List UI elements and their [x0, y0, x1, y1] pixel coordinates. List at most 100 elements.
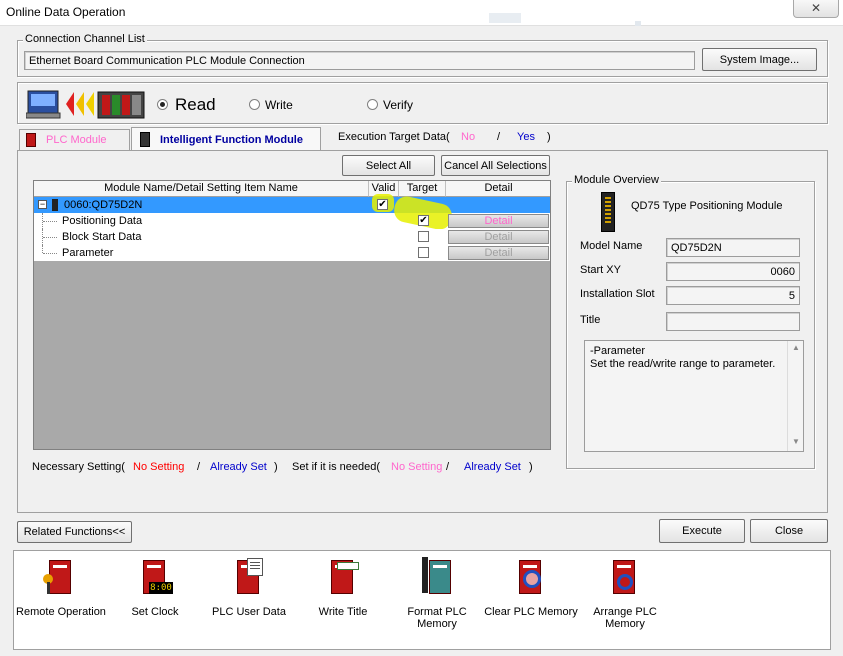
write-title-icon [325, 556, 361, 598]
tree-row-positioning-data[interactable]: Positioning Data ✔ Detail [34, 194, 550, 232]
pc-plc-transfer-icon [25, 88, 146, 120]
tree-row-name: 0060:QD75D2N [64, 199, 143, 211]
plc-user-data-icon [231, 556, 267, 598]
plc-user-data-item[interactable]: PLC User Data [201, 556, 297, 618]
detail-button[interactable]: Detail [448, 246, 549, 260]
window-title: Online Data Operation [6, 5, 126, 19]
tree-row-module[interactable]: − 0060:QD75D2N ✔ [34, 194, 550, 213]
format-plc-memory-item[interactable]: Format PLC Memory [389, 556, 485, 630]
description-line-1: -Parameter [590, 345, 646, 357]
remote-operation-item[interactable]: Remote Operation [13, 556, 109, 618]
tree-connector [43, 237, 57, 238]
model-name-field: QD75D2N [666, 238, 800, 257]
model-name-label: Model Name [580, 240, 643, 252]
arrange-plc-memory-item[interactable]: Arrange PLC Memory [577, 556, 673, 630]
read-label[interactable]: Read [175, 95, 216, 115]
description-box: -Parameter Set the read/write range to p… [584, 340, 804, 452]
title-label: Title [580, 314, 601, 326]
tree-row-block-start-data[interactable]: Block Start Data Detail [34, 229, 550, 245]
cancel-all-selections-button[interactable]: Cancel All Selections [441, 155, 550, 176]
plc-module-icon [26, 133, 36, 147]
close-icon: ✕ [810, 1, 822, 15]
legend-close: ) [274, 461, 278, 473]
legend-already-set: Already Set [210, 461, 267, 473]
window-close-button[interactable]: ✕ [793, 0, 839, 18]
remote-operation-icon [43, 556, 79, 598]
tree-row-name: Parameter [62, 247, 114, 259]
detail-button[interactable]: Detail [448, 214, 549, 228]
verify-radio[interactable] [367, 99, 378, 110]
tree-connector [42, 245, 43, 253]
read-radio[interactable] [157, 99, 168, 110]
execution-target-yes: Yes [517, 131, 535, 143]
title-bar-decoration [489, 13, 521, 23]
close-button[interactable]: Close [750, 519, 828, 543]
legend-slash: / [197, 461, 201, 473]
execution-target-suffix: ) [547, 131, 551, 143]
target-checkbox[interactable] [418, 231, 429, 242]
format-plc-memory-icon [419, 556, 455, 598]
format-plc-memory-label: Format PLC [407, 606, 467, 618]
remote-operation-label: Remote Operation [16, 606, 106, 618]
collapse-icon[interactable]: − [38, 200, 47, 209]
legend-no-setting: No Setting [133, 461, 185, 473]
title-bar: Online Data Operation ✕ [0, 0, 843, 26]
tree-row-name: Block Start Data [62, 231, 142, 243]
valid-checkbox[interactable]: ✔ [377, 199, 388, 210]
write-title-item[interactable]: Write Title [295, 556, 391, 618]
related-functions-button[interactable]: Related Functions<< [17, 521, 132, 543]
detail-button[interactable]: Detail [448, 230, 549, 244]
verify-label[interactable]: Verify [383, 98, 413, 112]
execution-target-prefix: Execution Target Data( [338, 131, 450, 143]
tree-connector [43, 221, 57, 222]
legend-already-set-optional: Already Set [464, 461, 521, 473]
scroll-up-icon[interactable]: ▲ [792, 343, 800, 352]
tab-plc-module-label: PLC Module [46, 134, 107, 146]
legend-necessary-prefix: Necessary Setting( [32, 461, 125, 473]
connection-channel-label: Connection Channel List [23, 33, 147, 45]
arrange-plc-memory-label-2: Memory [605, 618, 645, 630]
clear-plc-memory-item[interactable]: Clear PLC Memory [483, 556, 579, 618]
scroll-down-icon[interactable]: ▼ [792, 437, 800, 446]
select-all-button[interactable]: Select All [342, 155, 435, 176]
clock-display: 8:00 [149, 582, 173, 594]
execution-target-slash: / [497, 131, 501, 143]
clear-plc-memory-icon [513, 556, 549, 598]
write-radio[interactable] [249, 99, 260, 110]
installation-slot-label: Installation Slot [580, 288, 655, 300]
set-clock-label: Set Clock [131, 606, 179, 618]
tab-intelligent-function-module-label: Intelligent Function Module [160, 134, 303, 146]
column-header-name[interactable]: Module Name/Detail Setting Item Name [34, 181, 369, 197]
column-header-detail[interactable]: Detail [446, 181, 550, 197]
start-xy-label: Start XY [580, 264, 621, 276]
system-image-button[interactable]: System Image... [702, 48, 817, 71]
description-line-2: Set the read/write range to parameter. [590, 358, 776, 370]
execute-button[interactable]: Execute [659, 519, 745, 543]
installation-slot-field: 5 [666, 286, 800, 305]
write-label[interactable]: Write [265, 98, 293, 112]
legend-close: ) [529, 461, 533, 473]
tab-plc-module[interactable]: PLC Module [19, 129, 130, 150]
module-type-text: QD75 Type Positioning Module [631, 200, 783, 212]
intelligent-module-icon [140, 132, 150, 147]
title-bar-decoration [635, 21, 641, 26]
module-tree-grid[interactable]: Module Name/Detail Setting Item Name Val… [33, 180, 551, 450]
connection-channel-field: Ethernet Board Communication PLC Module … [24, 51, 695, 70]
detail-cell-empty [446, 197, 550, 213]
module-overview-label: Module Overview [572, 174, 661, 186]
target-checkbox[interactable]: ✔ [418, 215, 429, 226]
plc-user-data-label: PLC User Data [212, 606, 286, 618]
tree-row-parameter[interactable]: Parameter Detail [34, 245, 550, 261]
column-header-target[interactable]: Target [399, 181, 446, 197]
tree-connector [43, 253, 57, 254]
start-xy-field: 0060 [666, 262, 800, 281]
set-clock-icon: 8:00 [137, 556, 173, 598]
legend-no-setting-optional: No Setting [391, 461, 443, 473]
scrollbar[interactable]: ▲ ▼ [787, 341, 803, 451]
set-clock-item[interactable]: 8:00 Set Clock [107, 556, 203, 618]
execution-target-no: No [461, 131, 476, 143]
arrange-plc-memory-icon [607, 556, 643, 598]
positioning-module-icon [601, 192, 615, 232]
target-checkbox[interactable] [418, 247, 429, 258]
tab-intelligent-function-module[interactable]: Intelligent Function Module [131, 127, 321, 151]
